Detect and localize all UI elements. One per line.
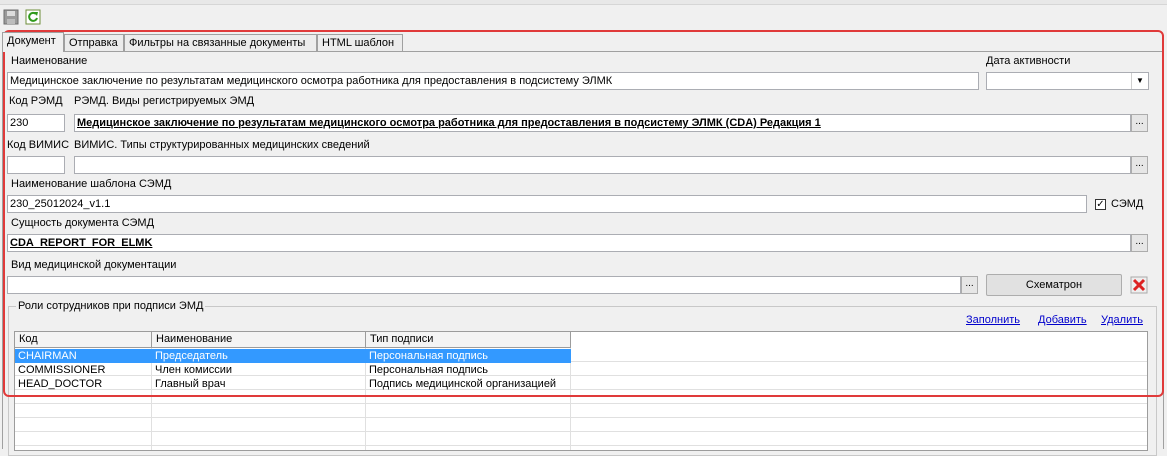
semd-template-field[interactable]: 230_25012024_v1.1	[7, 195, 1087, 213]
semd-template-label: Наименование шаблона СЭМД	[11, 178, 172, 190]
tab-sending[interactable]: Отправка	[64, 34, 124, 51]
vimis-type-ellipsis-button[interactable]: ...	[1131, 156, 1148, 174]
vimis-types-label: ВИМИС. Типы структурированных медицински…	[74, 139, 370, 151]
grid-header-sign-type[interactable]: Тип подписи	[366, 332, 571, 348]
chevron-down-icon[interactable]: ▼	[1131, 73, 1148, 89]
med-doc-type-label: Вид медицинской документации	[11, 259, 177, 271]
table-cell-sign-type: Подпись медицинской организацией	[369, 378, 557, 390]
fill-link[interactable]: Заполнить	[966, 314, 1020, 326]
activity-date-select[interactable]: ▼	[986, 72, 1149, 90]
grid-header-name[interactable]: Наименование	[152, 332, 366, 348]
tab-html-template[interactable]: HTML шаблон	[317, 34, 403, 51]
table-cell-code: HEAD_DOCTOR	[18, 378, 103, 390]
table-row[interactable]: COMMISSIONER Член комиссии Персональная …	[15, 363, 1147, 377]
refresh-icon[interactable]	[25, 9, 41, 25]
table-cell-code: COMMISSIONER	[18, 364, 106, 376]
name-field[interactable]: Медицинское заключение по результатам ме…	[7, 72, 979, 90]
tab-linked-filters[interactable]: Фильтры на связанные документы	[124, 34, 317, 51]
vimis-code-label: Код ВИМИС	[7, 139, 70, 151]
semd-checkbox[interactable]: ✓	[1095, 199, 1106, 210]
table-row[interactable]: HEAD_DOCTOR Главный врач Подпись медицин…	[15, 377, 1147, 391]
remd-code-field[interactable]: 230	[7, 114, 65, 132]
remd-code-label: Код РЭМД	[9, 95, 63, 107]
save-icon[interactable]	[3, 9, 19, 25]
med-doc-type-ellipsis-button[interactable]: ...	[961, 276, 978, 294]
table-cell-name: Председатель	[152, 349, 366, 363]
semd-entity-field[interactable]: CDA_REPORT_FOR_ELMK	[7, 234, 1131, 252]
grid-header-code[interactable]: Код	[15, 332, 152, 348]
table-row[interactable]: CHAIRMAN Председатель Персональная подпи…	[15, 349, 1147, 363]
delete-link[interactable]: Удалить	[1101, 314, 1143, 326]
remd-type-ellipsis-button[interactable]: ...	[1131, 114, 1148, 132]
activity-date-label: Дата активности	[986, 55, 1071, 67]
med-doc-type-field[interactable]	[7, 276, 961, 294]
name-label: Наименование	[11, 55, 88, 67]
add-link[interactable]: Добавить	[1038, 314, 1087, 326]
table-cell-sign-type: Персональная подпись	[366, 349, 571, 363]
semd-checkbox-label: СЭМД	[1111, 198, 1144, 210]
remd-type-field[interactable]: Медицинское заключение по результатам ме…	[74, 114, 1131, 132]
roles-grid[interactable]: Код Наименование Тип подписи CHAIRMAN Пр…	[14, 331, 1148, 451]
tab-document[interactable]: Документ	[2, 32, 64, 52]
table-cell-sign-type: Персональная подпись	[369, 364, 489, 376]
vimis-code-field[interactable]	[7, 156, 65, 174]
clear-icon[interactable]	[1130, 276, 1148, 294]
vimis-type-field[interactable]	[74, 156, 1131, 174]
schematron-button[interactable]: Схематрон	[986, 274, 1122, 296]
remd-types-label: РЭМД. Виды регистрируемых ЭМД	[74, 95, 255, 107]
semd-entity-label: Сущность документа СЭМД	[11, 217, 155, 229]
table-cell-name: Член комиссии	[155, 364, 233, 376]
table-cell-code: CHAIRMAN	[15, 349, 152, 363]
semd-entity-ellipsis-button[interactable]: ...	[1131, 234, 1148, 252]
window-top-strip	[0, 0, 1167, 5]
roles-group-label: Роли сотрудников при подписи ЭМД	[16, 300, 206, 312]
table-cell-name: Главный врач	[155, 378, 226, 390]
